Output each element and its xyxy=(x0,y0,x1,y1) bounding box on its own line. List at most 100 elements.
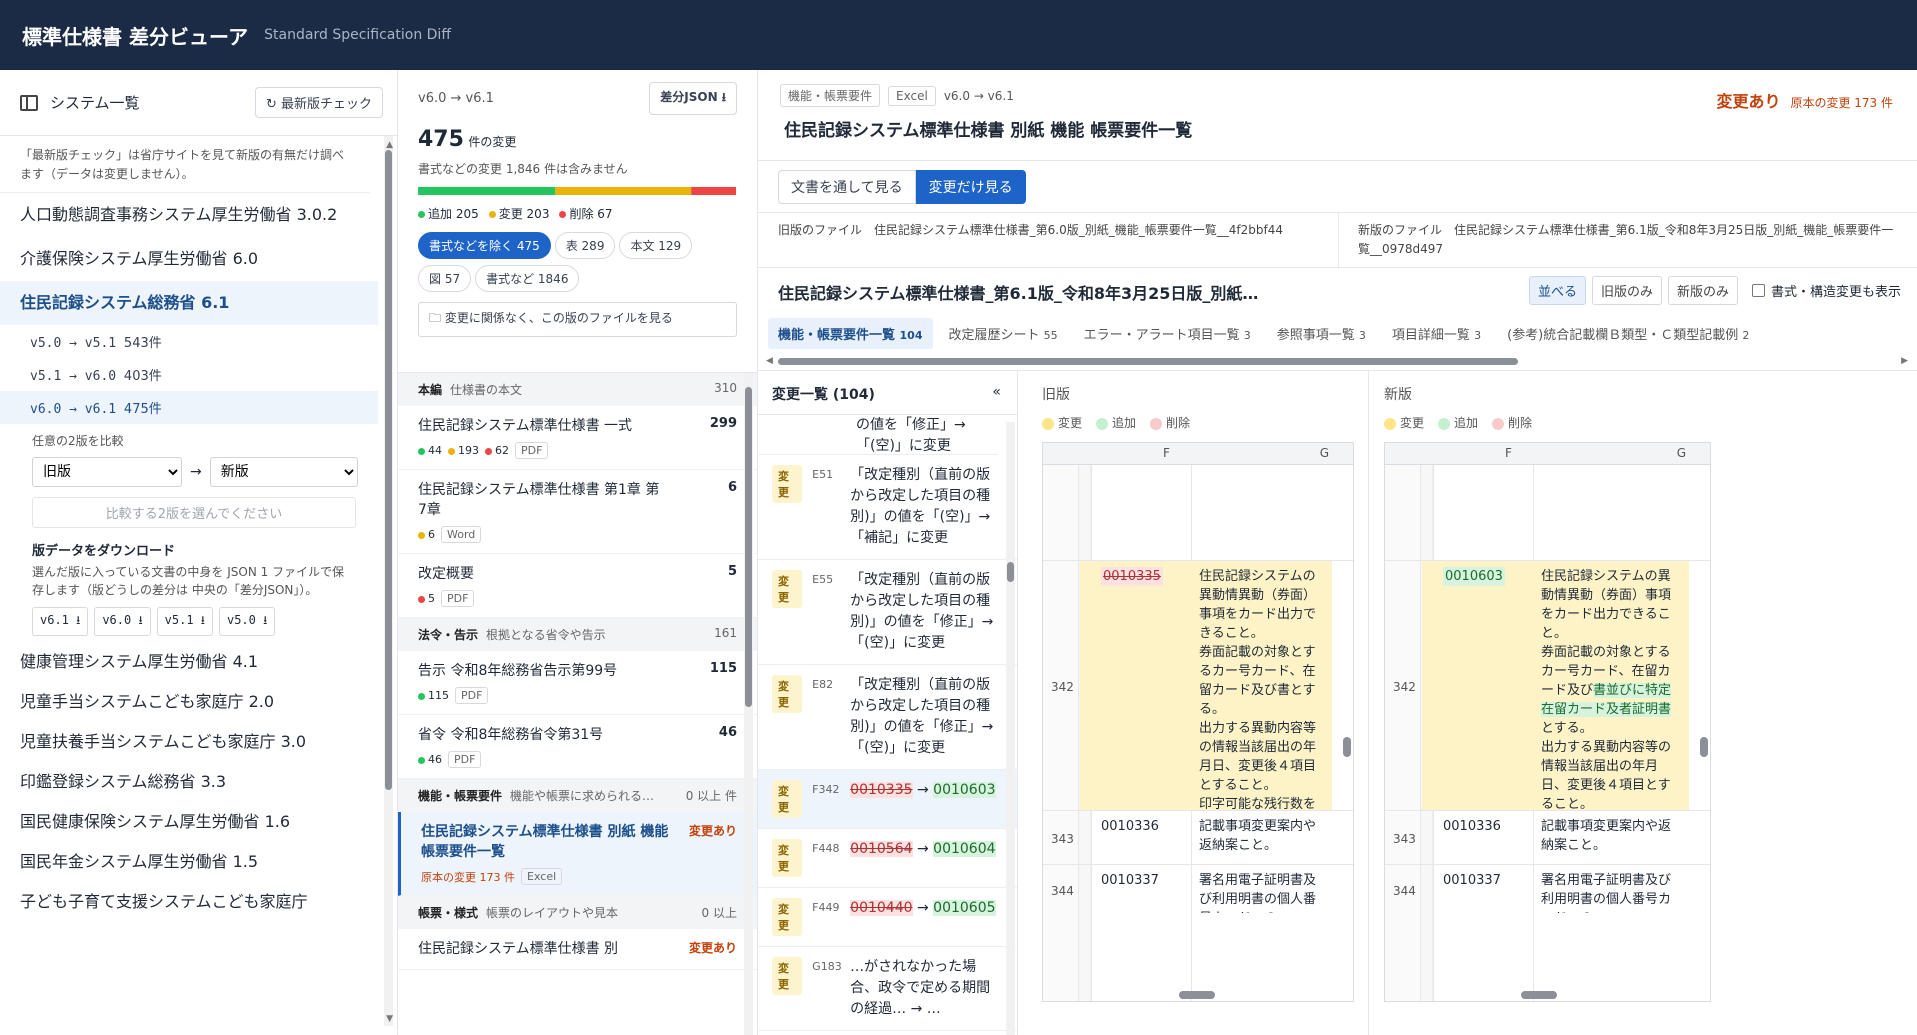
change-code: E51 xyxy=(812,468,834,481)
section-count: 310 xyxy=(714,381,737,395)
system-item[interactable]: 介護保険システム厚生労働省 6.0 xyxy=(0,237,378,281)
change-item[interactable]: 変更 F449 0010440 → 0010605 xyxy=(758,888,1017,947)
legend-item: 変更 xyxy=(1042,414,1082,431)
new-version-select[interactable]: 新版 xyxy=(209,457,358,487)
system-item[interactable]: 健康管理システム厚生労働省 4.1 xyxy=(0,642,378,682)
system-item[interactable]: 国民年金システム厚生労働省 1.5 xyxy=(0,842,378,882)
filter-pill[interactable]: 図 57 xyxy=(418,265,472,292)
change-badge: 変更 xyxy=(772,570,803,608)
version-item[interactable]: v5.0 → v5.1 543件 xyxy=(0,325,378,358)
sheet-count: 3 xyxy=(1243,329,1251,342)
document-count: 299 xyxy=(709,416,737,431)
change-item-partial[interactable]: の値を「修正」→「(空)」に変更 xyxy=(758,415,998,455)
pane-legend: 変更 追加 削除 xyxy=(1028,414,1360,431)
view-file-button[interactable]: 🗀 変更に関係なく、この版のファイルを見る xyxy=(418,302,737,337)
sheet-count: 3 xyxy=(1474,329,1482,342)
system-item[interactable]: 児童扶養手当システムこども家庭庁 3.0 xyxy=(0,722,378,762)
grid-vscroll[interactable] xyxy=(1700,467,1708,987)
change-item[interactable]: 変更 F448 0010564 → 0010604 xyxy=(758,829,1017,888)
format-tag: Excel xyxy=(521,868,563,885)
file-title: 住民記録システム標準仕様書_第6.1版_令和8年3月25日版_別紙… xyxy=(778,284,1259,303)
cell-g: 住民記録システムの異動情異動（券面）事項をカード出力できること。 券面記載の対象… xyxy=(1541,569,1672,809)
download-version-button[interactable]: v5.1 ⭳ xyxy=(156,607,213,636)
old-version-select[interactable]: 旧版 xyxy=(32,457,182,487)
document-meta: 44 193 62 PDF xyxy=(418,442,737,459)
sheet-tabs-scrollbar[interactable]: ◀ ▶ xyxy=(766,356,1908,366)
system-item[interactable]: 人口動態調査事務システム厚生労働省 3.0.2 xyxy=(0,193,378,237)
document-item[interactable]: 改定概要 5 5 PDF xyxy=(398,554,757,618)
sheet-tab[interactable]: 参照事項一覧 3 xyxy=(1267,318,1376,349)
change-item[interactable]: 変更 F342 0010335 → 0010603 xyxy=(758,770,1017,829)
document-item[interactable]: 告示 令和8年総務省告示第99号 115 115 PDF xyxy=(398,651,757,715)
sheet-count: 55 xyxy=(1043,329,1058,342)
format-tag: PDF xyxy=(455,687,489,704)
section-count: 161 xyxy=(714,626,737,640)
version-label: v5.0 → v5.1 xyxy=(30,336,124,351)
cell-g: 署名用電子証明書及び利用明書の個人番号カードへの xyxy=(1541,873,1672,913)
version-range: v6.0 → v6.1 xyxy=(418,91,494,106)
system-item[interactable]: 住民記録システム総務省 6.1 xyxy=(0,281,378,325)
change-list-scrollbar[interactable] xyxy=(1006,422,1015,1035)
added-text: 書並びに特定在留カード及者証明書 xyxy=(1541,683,1672,717)
system-item[interactable]: 印鑑登録システム総務省 3.3 xyxy=(0,762,378,802)
system-item[interactable]: 国民健康保険システム厚生労働省 1.6 xyxy=(0,802,378,842)
change-item[interactable]: 変更 E51 「改定種別（直前の版から改定した項目の種別)」の値を「(空)」→「補記… xyxy=(758,455,1017,560)
doc-category-tag: 機能・帳票要件 xyxy=(780,84,881,107)
change-item[interactable]: 変更 E55 「改定種別（直前の版から改定した項目の種別)」の値を「修正」→「(空)… xyxy=(758,560,1017,665)
compare-button[interactable]: 比較する2版を選んでください xyxy=(32,497,356,528)
version-item[interactable]: v6.0 → v6.1 475件 xyxy=(0,391,378,424)
section-count: 0 以上 xyxy=(701,906,737,920)
grid-hscroll[interactable] xyxy=(1391,991,1688,999)
pane-title: 新版 xyxy=(1384,387,1412,403)
collapse-icon[interactable]: « xyxy=(992,384,1001,404)
document-item[interactable]: 省令 令和8年総務省令第31号 46 46 PDF xyxy=(398,715,757,779)
document-count: 115 xyxy=(709,661,737,676)
view-button[interactable]: 新版のみ xyxy=(1667,276,1738,305)
section-header: 帳票・様式 帳票のレイアウトや見本 0 以上 xyxy=(398,896,757,929)
sheet-tab[interactable]: 改定履歴シート 55 xyxy=(939,318,1068,349)
new-value: 0010604 xyxy=(933,841,996,857)
download-version-button[interactable]: v5.0 ⭳ xyxy=(218,607,276,636)
document-item[interactable]: 住民記録システム標準仕様書 一式 299 44 193 62 PDF xyxy=(398,406,757,470)
filter-pill[interactable]: 書式など 1846 xyxy=(475,265,580,292)
section-sub: 仕様書の本文 xyxy=(450,383,523,397)
download-version-button[interactable]: v6.0 ⭳ xyxy=(94,607,151,636)
sections-scrollbar[interactable] xyxy=(744,373,753,1035)
view-button[interactable]: 旧版のみ xyxy=(1591,276,1662,305)
check-latest-button[interactable]: ↻ 最新版チェック xyxy=(254,87,383,118)
app-title: 標準仕様書 差分ビューア xyxy=(22,24,249,49)
document-item[interactable]: 住民記録システム標準仕様書 別 変更あり xyxy=(398,929,757,970)
system-item[interactable]: 児童手当システムこども家庭庁 2.0 xyxy=(0,682,378,722)
sidebar-toggle-icon[interactable] xyxy=(20,94,38,111)
download-version-button[interactable]: v6.1 ⭳ xyxy=(32,607,89,636)
document-item[interactable]: 住民記録システム標準仕様書 第1章 第7章 6 6 Word xyxy=(398,470,757,554)
change-item[interactable]: 変更 G183 …がされなかった場合、政令で定める期間の経過… → … xyxy=(758,947,1017,1031)
new-value: 0010605 xyxy=(933,900,996,916)
change-item[interactable]: 変更 E82 「改定種別（直前の版から改定した項目の種別)」の値を「修正」→「(空)… xyxy=(758,665,1017,770)
system-item[interactable]: 子ども子育て支援システムこども家庭庁 xyxy=(0,882,378,922)
sheet-tab[interactable]: (参考)統合記載欄Ｂ類型・Ｃ類型記載例 2 xyxy=(1497,318,1759,349)
grid-hscroll[interactable] xyxy=(1049,991,1331,999)
view-button[interactable]: 並べる xyxy=(1528,276,1586,305)
document-item[interactable]: 住民記録システム標準仕様書 別紙 機能 帳票要件一覧 変更あり 原本の変更 173 … xyxy=(398,812,757,896)
sheet-tab[interactable]: 機能・帳票要件一覧 104 xyxy=(768,318,933,349)
show-format-checkbox[interactable]: 書式・構造変更も表示 xyxy=(1751,281,1901,300)
sidebar-scrollbar[interactable] xyxy=(384,136,393,1026)
diff-json-button[interactable]: 差分JSON ⭳ xyxy=(649,82,737,115)
mode-changes-button[interactable]: 変更だけ見る xyxy=(915,170,1026,204)
mode-full-button[interactable]: 文書を通して見る xyxy=(778,170,916,204)
version-count: 475件 xyxy=(123,402,162,417)
version-item[interactable]: v5.1 → v6.0 403件 xyxy=(0,358,378,391)
filter-pill[interactable]: 書式などを除く 475 xyxy=(418,232,551,259)
filter-pill[interactable]: 本文 129 xyxy=(619,232,693,259)
filter-pill[interactable]: 表 289 xyxy=(554,232,616,259)
sheet-tab[interactable]: エラー・アラート項目一覧 3 xyxy=(1074,318,1261,349)
section-title: 機能・帳票要件 xyxy=(418,789,503,803)
row-number: 343 xyxy=(1393,832,1416,846)
meta-count: 46 xyxy=(418,753,442,766)
checkbox-label: 書式・構造変更も表示 xyxy=(1770,285,1901,300)
grid-vscroll[interactable] xyxy=(1343,467,1351,987)
document-badge: 変更あり xyxy=(688,824,737,838)
cell-f: 0010336 xyxy=(1443,819,1501,834)
sheet-tab[interactable]: 項目詳細一覧 3 xyxy=(1382,318,1491,349)
